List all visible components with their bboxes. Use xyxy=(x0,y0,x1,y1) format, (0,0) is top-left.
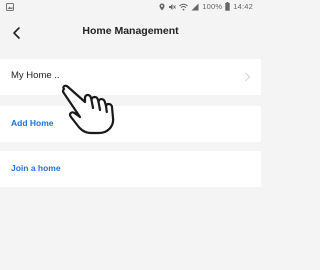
wifi-icon xyxy=(179,3,189,10)
gallery-icon xyxy=(6,3,14,11)
status-icons: 100% 14:42 xyxy=(159,2,253,11)
chevron-right-icon xyxy=(245,72,251,82)
home-name: My Home .. xyxy=(11,70,60,81)
page-title: Home Management xyxy=(82,25,179,37)
mute-icon xyxy=(169,3,177,10)
add-home-label: Add Home xyxy=(11,118,54,128)
app-bar: Home Management xyxy=(0,16,261,50)
home-list-item[interactable]: My Home .. xyxy=(0,59,261,95)
location-icon xyxy=(159,3,165,10)
status-bar: 100% 14:42 xyxy=(0,0,261,16)
signal-icon xyxy=(191,3,199,10)
join-home-label: Join a home xyxy=(11,163,61,173)
add-home-button[interactable]: Add Home xyxy=(0,106,261,142)
join-home-button[interactable]: Join a home xyxy=(0,151,261,187)
clock: 14:42 xyxy=(233,2,253,11)
battery-percent: 100% xyxy=(202,2,223,11)
battery-icon xyxy=(225,2,230,11)
